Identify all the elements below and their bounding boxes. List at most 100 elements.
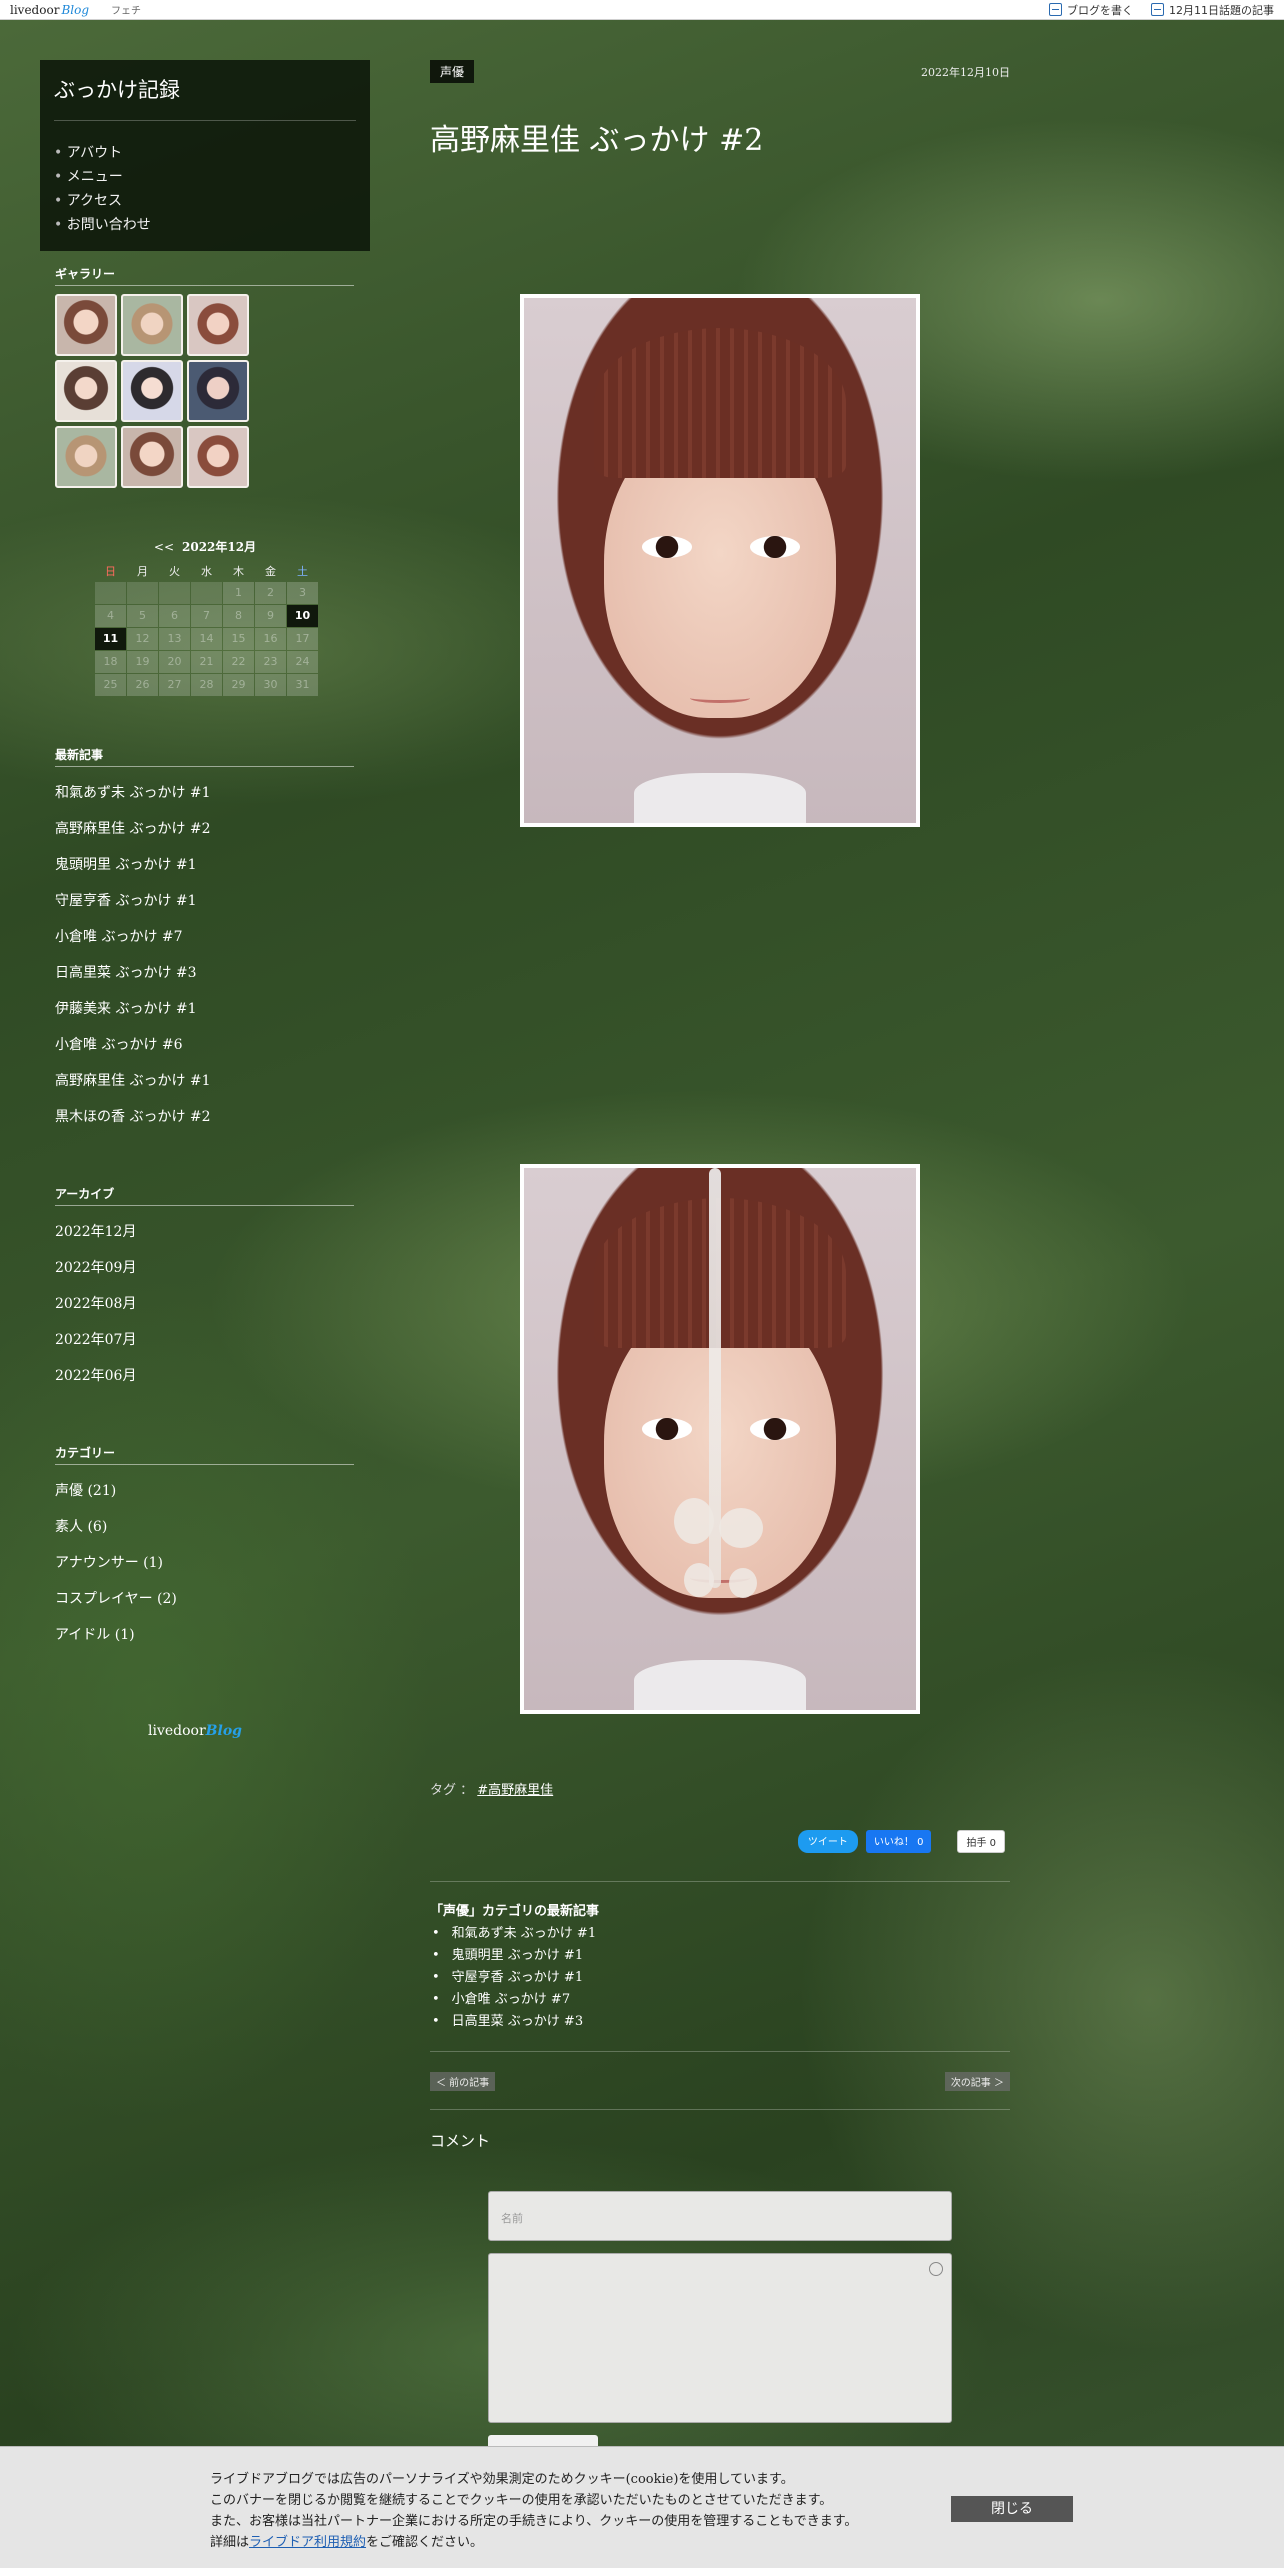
archive-link[interactable]: 2022年06月 — [55, 1358, 370, 1394]
calendar-weekday: 水 — [201, 565, 212, 578]
archive-link[interactable]: 2022年12月 — [55, 1214, 370, 1250]
recent-post-link[interactable]: 伊藤美来 ぶっかけ #1 — [55, 991, 370, 1027]
comment-textarea[interactable] — [488, 2253, 952, 2423]
category-recent-link[interactable]: 鬼頭明里 ぶっかけ #1 — [432, 1945, 1010, 1967]
next-post-button[interactable]: 次の記事 ＞ — [944, 2072, 1010, 2091]
prev-post-button[interactable]: ＜ 前の記事 — [430, 2072, 496, 2091]
terms-link[interactable]: ライブドア利用規約 — [249, 2535, 366, 2550]
recent-post-link[interactable]: 黒木ほの香 ぶっかけ #2 — [55, 1099, 370, 1135]
calendar-month: 2022年12月 — [182, 540, 257, 554]
post-image[interactable] — [520, 1164, 920, 1714]
image-overlay — [674, 1498, 714, 1544]
calendar-day: 2 — [255, 582, 286, 604]
recent-post-link[interactable]: 鬼頭明里 ぶっかけ #1 — [55, 847, 370, 883]
trending-link[interactable]: 12月11日話題の記事 — [1151, 2, 1274, 18]
archive-heading: アーカイブ — [55, 1185, 354, 1206]
pager: ＜ 前の記事 次の記事 ＞ — [430, 2051, 1010, 2091]
sidebar: ぶっかけ記録 アバウト メニュー アクセス お問い合わせ ギャラリー <<202… — [40, 60, 370, 1739]
category-recent-list: 和氣あず未 ぶっかけ #1鬼頭明里 ぶっかけ #1守屋亨香 ぶっかけ #1小倉唯… — [430, 1923, 1010, 2033]
nav-about[interactable]: アバウト — [54, 141, 356, 165]
category-link[interactable]: 素人 (6) — [55, 1509, 370, 1545]
image-overlay — [684, 1563, 714, 1597]
image-eye — [750, 536, 800, 558]
tweet-button[interactable]: ツイート — [797, 1830, 858, 1853]
image-bangs — [594, 328, 846, 478]
category-recent-link[interactable]: 日高里菜 ぶっかけ #3 — [432, 2011, 1010, 2033]
recent-post-link[interactable]: 日高里菜 ぶっかけ #3 — [55, 955, 370, 991]
gallery-thumb[interactable] — [55, 360, 117, 422]
recent-post-link[interactable]: 小倉唯 ぶっかけ #7 — [55, 919, 370, 955]
gallery-thumb[interactable] — [121, 360, 183, 422]
gallery-thumb[interactable] — [121, 426, 183, 488]
calendar-day: 30 — [255, 674, 286, 696]
calendar-day: 25 — [95, 674, 126, 696]
category-badge[interactable]: 声優 — [430, 60, 475, 83]
calendar-day: 24 — [287, 651, 318, 673]
footer-livedoor-logo[interactable]: livedoorBlog — [148, 1723, 370, 1739]
archive-link[interactable]: 2022年09月 — [55, 1250, 370, 1286]
genre-link[interactable]: フェチ — [111, 2, 141, 17]
gallery-thumb[interactable] — [121, 294, 183, 356]
recent-post-link[interactable]: 守屋亨香 ぶっかけ #1 — [55, 883, 370, 919]
post-image[interactable] — [520, 294, 920, 827]
cookie-line: ライブドアブログでは広告のパーソナライズや効果測定のためクッキー(cookie)… — [210, 2472, 794, 2487]
gallery — [55, 294, 370, 488]
tag-link[interactable]: #高野麻里佳 — [477, 1783, 553, 1798]
calendar-day: 6 — [159, 605, 190, 627]
calendar-day: 15 — [223, 628, 254, 650]
cookie-line: このバナーを閉じるか閲覧を継続することでクッキーの使用を承認いただいたものとさせ… — [210, 2493, 833, 2508]
category-link[interactable]: コスプレイヤー (2) — [55, 1581, 370, 1617]
calendar-icon — [1151, 3, 1164, 16]
gallery-thumb[interactable] — [55, 294, 117, 356]
archive-link[interactable]: 2022年08月 — [55, 1286, 370, 1322]
recent-list: 和氣あず未 ぶっかけ #1 高野麻里佳 ぶっかけ #2 鬼頭明里 ぶっかけ #1 守屋… — [55, 775, 370, 1135]
calendar-day: 27 — [159, 674, 190, 696]
calendar-prev-link[interactable]: << — [154, 540, 174, 554]
calendar-day: 7 — [191, 605, 222, 627]
archive-link[interactable]: 2022年07月 — [55, 1322, 370, 1358]
write-blog-link[interactable]: ブログを書く — [1049, 2, 1133, 18]
calendar-day[interactable]: 10 — [287, 605, 318, 627]
recent-post-link[interactable]: 和氣あず未 ぶっかけ #1 — [55, 775, 370, 811]
livedoor-logo[interactable]: livedoor Blog — [10, 3, 89, 17]
category-recent: 「声優」カテゴリの最新記事 和氣あず未 ぶっかけ #1鬼頭明里 ぶっかけ #1守… — [430, 1881, 1010, 2033]
category-link[interactable]: 声優 (21) — [55, 1473, 370, 1509]
calendar-day: 12 — [127, 628, 158, 650]
gallery-thumb[interactable] — [55, 426, 117, 488]
category-link[interactable]: アイドル (1) — [55, 1617, 370, 1653]
name-input[interactable]: 名前 — [488, 2191, 952, 2241]
nav-contact[interactable]: お問い合わせ — [54, 213, 356, 237]
blog-nav: アバウト メニュー アクセス お問い合わせ — [54, 141, 356, 237]
recent-post-link[interactable]: 小倉唯 ぶっかけ #6 — [55, 1027, 370, 1063]
image-collar — [634, 773, 806, 823]
calendar-day: 19 — [127, 651, 158, 673]
gallery-thumb[interactable] — [187, 360, 249, 422]
gallery-thumb[interactable] — [187, 294, 249, 356]
image-overlay — [729, 1568, 757, 1598]
category-recent-link[interactable]: 守屋亨香 ぶっかけ #1 — [432, 1967, 1010, 1989]
image-eye — [642, 536, 692, 558]
nav-access[interactable]: アクセス — [54, 189, 356, 213]
clap-button[interactable]: 拍手 0 — [957, 1830, 1005, 1853]
logo-text: livedoor — [10, 2, 60, 17]
category-recent-link[interactable]: 和氣あず未 ぶっかけ #1 — [432, 1923, 1010, 1945]
logo-blog-text: Blog — [61, 2, 89, 17]
calendar-blank — [191, 582, 222, 604]
recent-post-link[interactable]: 高野麻里佳 ぶっかけ #2 — [55, 811, 370, 847]
calendar-day: 28 — [191, 674, 222, 696]
nav-menu[interactable]: メニュー — [54, 165, 356, 189]
recent-post-link[interactable]: 高野麻里佳 ぶっかけ #1 — [55, 1063, 370, 1099]
cookie-close-button[interactable]: 閉じる — [951, 2496, 1073, 2522]
calendar-day: 31 — [287, 674, 318, 696]
category-recent-link[interactable]: 小倉唯 ぶっかけ #7 — [432, 1989, 1010, 2011]
calendar-day: 14 — [191, 628, 222, 650]
post-title[interactable]: 高野麻里佳 ぶっかけ #2 — [430, 115, 1010, 159]
footer-logo-blog-text: Blog — [205, 1723, 242, 1739]
blog-title[interactable]: ぶっかけ記録 — [54, 74, 356, 121]
like-button[interactable]: いいね！ 0 — [865, 1830, 932, 1853]
calendar-day: 22 — [223, 651, 254, 673]
category-link[interactable]: アナウンサー (1) — [55, 1545, 370, 1581]
gallery-thumb[interactable] — [187, 426, 249, 488]
emoji-icon[interactable] — [929, 2262, 943, 2276]
comment-heading: コメント — [430, 2109, 1010, 2151]
